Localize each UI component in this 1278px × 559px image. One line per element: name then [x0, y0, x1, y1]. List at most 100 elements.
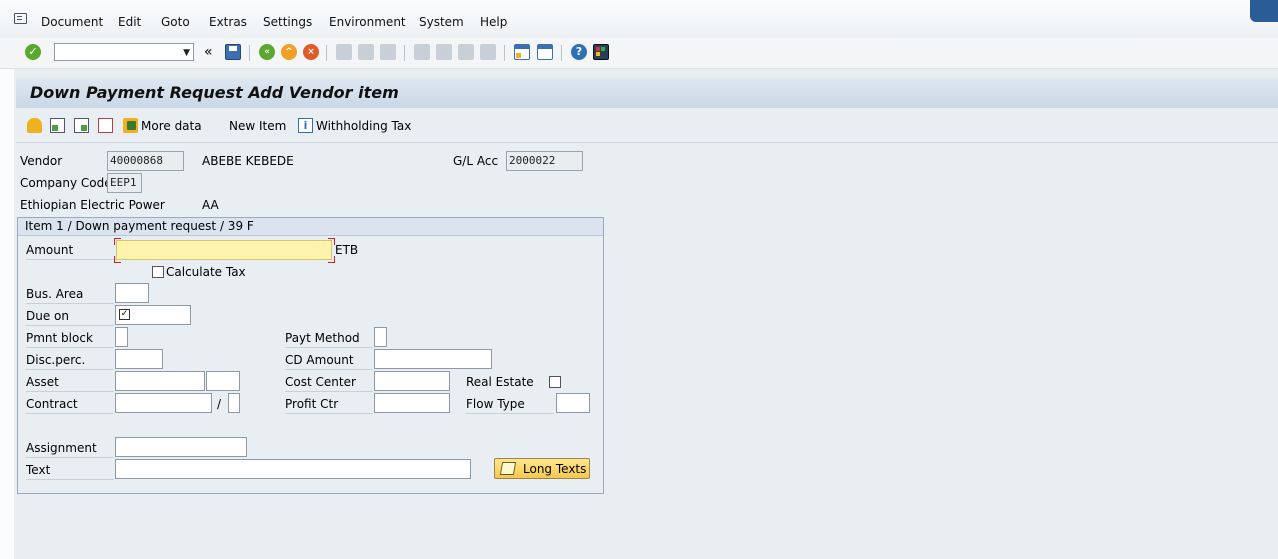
calculate-tax-checkbox[interactable] — [152, 266, 164, 278]
more-data-button[interactable]: More data — [141, 119, 202, 133]
enter-icon[interactable]: ✓ — [25, 44, 41, 60]
document-overview-icon[interactable] — [27, 118, 42, 133]
print-icon[interactable] — [336, 44, 352, 60]
contract-type-input[interactable] — [228, 393, 240, 413]
first-page-icon[interactable] — [414, 44, 430, 60]
vendor-field[interactable]: 40000868 — [107, 151, 184, 171]
find-icon[interactable] — [358, 44, 374, 60]
save-icon[interactable] — [225, 44, 241, 60]
text-label: Text — [26, 463, 51, 477]
menu-system[interactable]: System — [419, 15, 464, 29]
disc-perc-label: Disc.perc. — [26, 353, 86, 367]
profit-ctr-label: Profit Ctr — [285, 397, 339, 411]
label-underline — [285, 369, 373, 370]
label-underline — [466, 413, 554, 414]
company-code-field[interactable]: EEP1 — [107, 173, 142, 193]
calendar-icon[interactable]: ✓ — [119, 309, 130, 320]
title-bar: Down Payment Request Add Vendor item — [16, 78, 1278, 108]
left-margin-strip — [0, 69, 14, 559]
required-marker — [328, 238, 335, 245]
cost-center-label: Cost Center — [285, 375, 356, 389]
pmnt-block-input[interactable] — [115, 327, 128, 347]
create-icon[interactable] — [74, 118, 89, 133]
edit-text-icon — [499, 462, 517, 475]
due-on-input[interactable]: ✓ — [115, 305, 191, 325]
label-underline — [26, 479, 114, 480]
label-underline — [26, 303, 114, 304]
cd-amount-label: CD Amount — [285, 353, 354, 367]
menu-bar: Document Edit Goto Extras Settings Envir… — [0, 0, 1278, 39]
menu-environment[interactable]: Environment — [329, 15, 406, 29]
menu-icon[interactable] — [14, 13, 27, 24]
menu-settings[interactable]: Settings — [263, 15, 312, 29]
last-page-icon[interactable] — [480, 44, 496, 60]
amount-input[interactable] — [116, 240, 332, 260]
real-estate-label: Real Estate — [466, 375, 534, 389]
company-name: Ethiopian Electric Power — [20, 198, 165, 212]
cost-center-input[interactable] — [374, 371, 450, 391]
display-change-icon[interactable] — [50, 118, 65, 133]
gl-acc-label: G/L Acc — [453, 154, 499, 168]
cd-amount-input[interactable] — [374, 349, 492, 369]
label-underline — [26, 391, 114, 392]
chevron-down-icon[interactable]: ▼ — [183, 44, 190, 62]
withholding-tax-button[interactable]: Withholding Tax — [316, 119, 411, 133]
text-input[interactable] — [115, 459, 471, 479]
assignment-label: Assignment — [26, 441, 97, 455]
bus-area-input[interactable] — [115, 283, 149, 303]
new-item-button[interactable]: New Item — [229, 119, 286, 133]
vendor-name: ABEBE KEBEDE — [202, 154, 294, 168]
menu-edit[interactable]: Edit — [118, 15, 141, 29]
item-group-box: Item 1 / Down payment request / 39 F Amo… — [17, 217, 604, 494]
flow-type-input[interactable] — [556, 393, 590, 413]
real-estate-checkbox[interactable] — [549, 376, 561, 388]
disc-perc-input[interactable] — [115, 349, 163, 369]
cancel-icon[interactable]: × — [303, 44, 319, 60]
assignment-input[interactable] — [115, 437, 247, 457]
more-data-icon[interactable] — [123, 118, 138, 133]
asset-input[interactable] — [115, 371, 205, 391]
next-page-icon[interactable] — [458, 44, 474, 60]
menu-document[interactable]: Document — [41, 15, 103, 29]
window-corner-tab — [1250, 0, 1278, 22]
contract-input[interactable] — [115, 393, 212, 413]
contract-separator: / — [217, 397, 222, 411]
asset-subnumber-input[interactable] — [206, 371, 240, 391]
required-marker — [114, 256, 121, 263]
label-underline — [26, 413, 114, 414]
menu-help[interactable]: Help — [480, 15, 507, 29]
back-icon[interactable]: « — [259, 44, 275, 60]
shortcut-icon[interactable] — [537, 44, 553, 60]
find-next-icon[interactable] — [380, 44, 396, 60]
command-field[interactable]: ▼ — [54, 43, 194, 61]
exit-icon[interactable]: ^ — [281, 44, 297, 60]
required-marker — [328, 256, 335, 263]
prev-page-icon[interactable] — [436, 44, 452, 60]
profit-ctr-input[interactable] — [374, 393, 450, 413]
toolbar-separator — [504, 45, 505, 61]
flow-type-label: Flow Type — [466, 397, 525, 411]
gl-acc-field[interactable]: 2000022 — [506, 151, 583, 171]
calculate-tax-label: Calculate Tax — [166, 265, 246, 279]
new-session-icon[interactable] — [514, 44, 530, 60]
asset-label: Asset — [26, 375, 59, 389]
copy-icon[interactable] — [98, 118, 113, 133]
label-underline — [26, 259, 114, 260]
label-underline — [26, 347, 114, 348]
label-underline — [26, 325, 114, 326]
toolbar-separator — [326, 45, 327, 61]
standard-toolbar: ✓ ▼ « « ^ × ? — [0, 38, 1278, 69]
menu-goto[interactable]: Goto — [161, 15, 190, 29]
menu-extras[interactable]: Extras — [209, 15, 247, 29]
long-texts-button[interactable]: Long Texts — [494, 458, 590, 479]
label-underline — [285, 347, 373, 348]
payt-method-input[interactable] — [374, 327, 387, 347]
toolbar-separator — [249, 45, 250, 61]
label-underline — [285, 413, 373, 414]
bus-area-label: Bus. Area — [26, 287, 84, 301]
page-title: Down Payment Request Add Vendor item — [30, 83, 399, 102]
customize-layout-icon[interactable] — [593, 44, 609, 60]
label-underline — [26, 369, 114, 370]
collapse-command-field-icon[interactable]: « — [204, 44, 213, 60]
help-icon[interactable]: ? — [571, 44, 587, 60]
